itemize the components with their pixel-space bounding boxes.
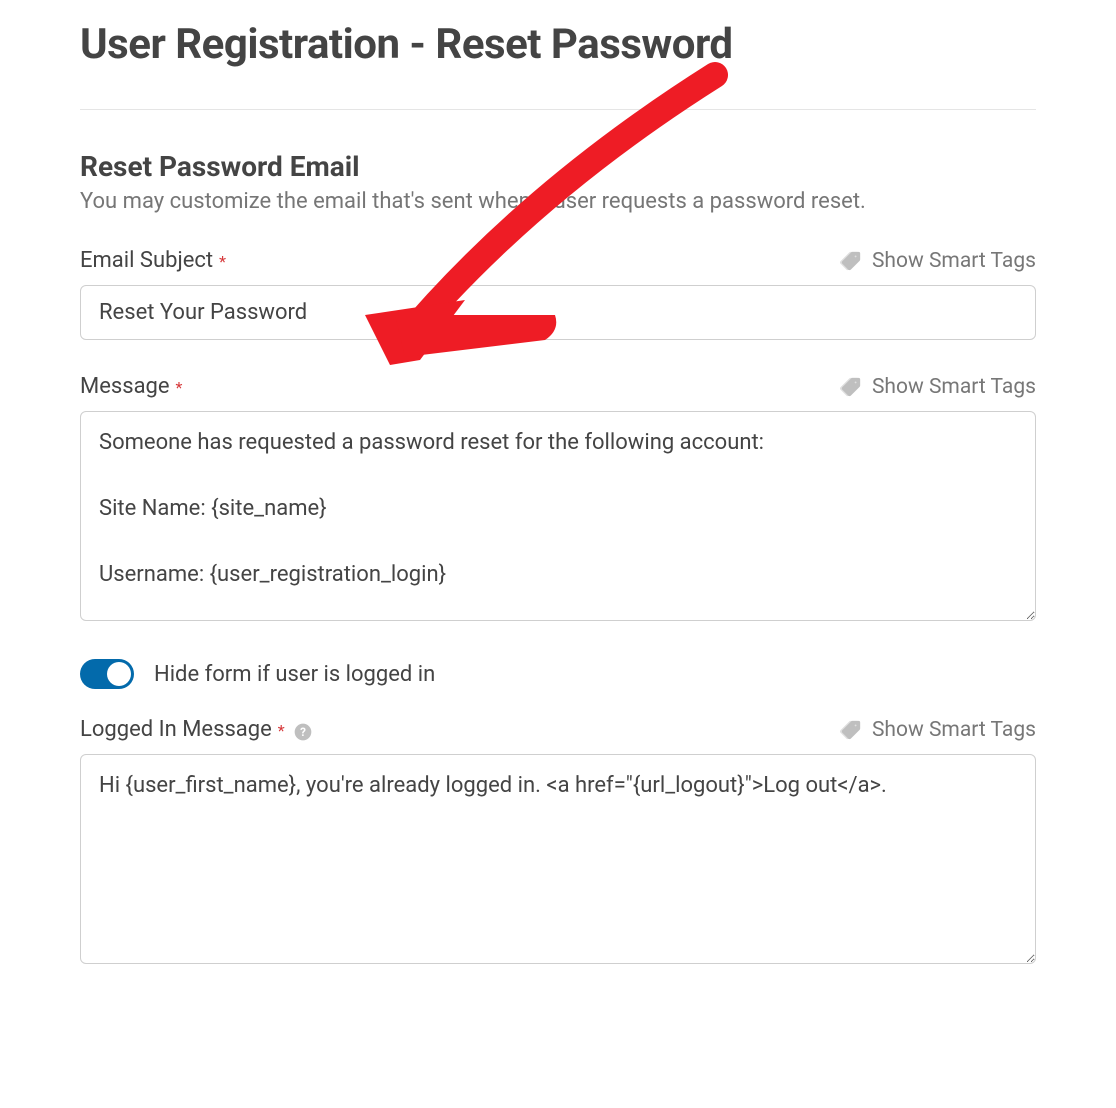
tag-icon [840, 250, 862, 272]
section-description: You may customize the email that's sent … [80, 189, 1036, 214]
message-label: Message [80, 374, 170, 399]
divider [80, 109, 1036, 110]
page-title: User Registration - Reset Password [80, 0, 1036, 109]
smart-tags-text: Show Smart Tags [872, 375, 1036, 399]
email-subject-smart-tags-link[interactable]: Show Smart Tags [840, 249, 1036, 273]
tag-icon [840, 719, 862, 741]
svg-text:?: ? [300, 725, 306, 739]
help-icon[interactable]: ? [293, 722, 313, 742]
required-indicator: * [278, 721, 285, 740]
email-subject-label: Email Subject [80, 248, 213, 273]
smart-tags-text: Show Smart Tags [872, 718, 1036, 742]
required-indicator: * [176, 378, 183, 397]
hide-form-toggle[interactable] [80, 659, 134, 689]
logged-in-message-label: Logged In Message [80, 717, 272, 742]
logged-in-message-textarea[interactable] [80, 754, 1036, 964]
email-subject-input[interactable] [80, 285, 1036, 340]
hide-form-toggle-label: Hide form if user is logged in [154, 662, 435, 687]
required-indicator: * [219, 252, 226, 271]
message-textarea[interactable] [80, 411, 1036, 621]
logged-in-smart-tags-link[interactable]: Show Smart Tags [840, 718, 1036, 742]
smart-tags-text: Show Smart Tags [872, 249, 1036, 273]
tag-icon [840, 376, 862, 398]
message-smart-tags-link[interactable]: Show Smart Tags [840, 375, 1036, 399]
section-title: Reset Password Email [80, 150, 1036, 183]
